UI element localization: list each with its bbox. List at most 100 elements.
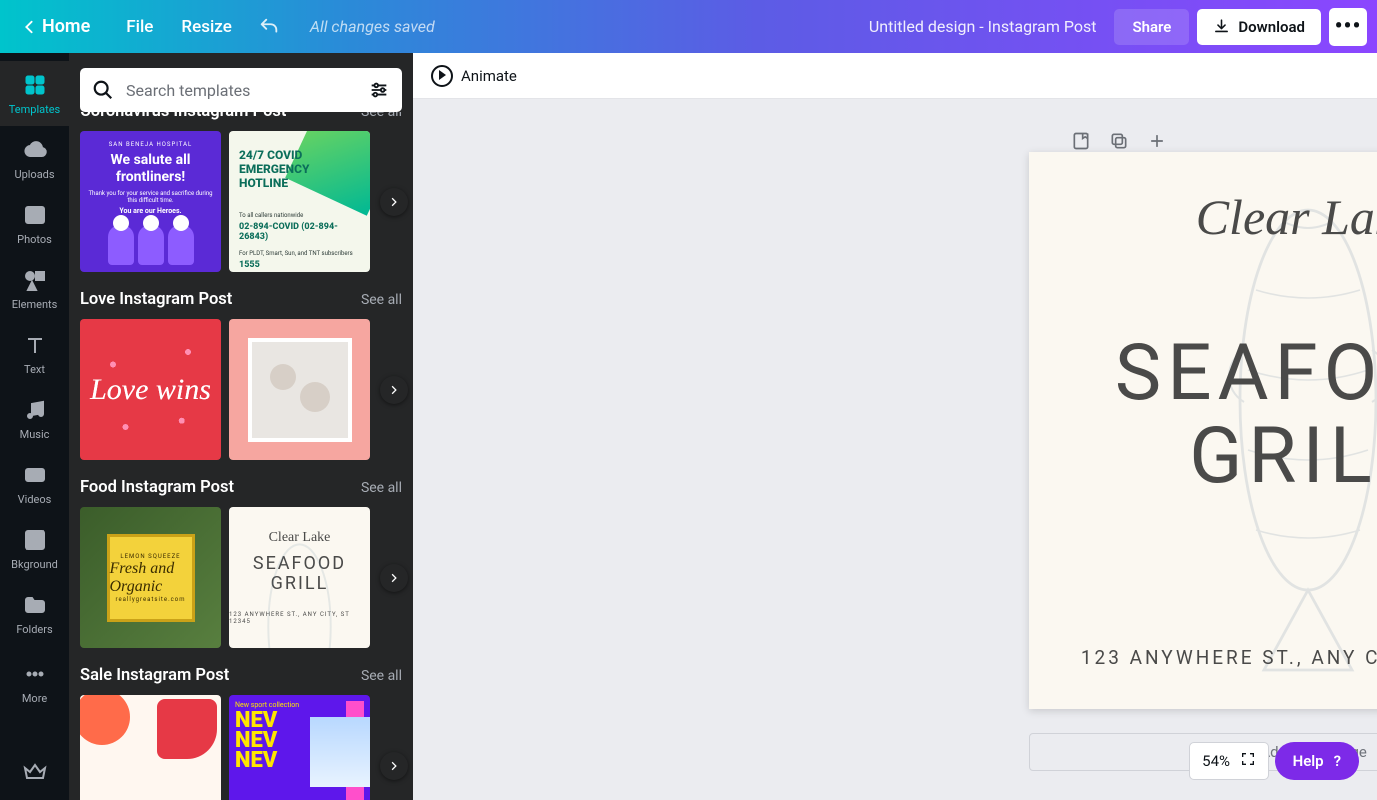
thumb-text: 24/7 COVID EMERGENCY HOTLINE: [239, 149, 360, 190]
thumb-illustration: [157, 699, 217, 759]
search-input[interactable]: [126, 81, 356, 100]
section-head-coronavirus: Coronavirus Instagram Post See all: [80, 112, 402, 121]
section-head-food: Food Instagram Post See all: [80, 478, 402, 497]
chevron-left-icon: [22, 20, 36, 34]
fullscreen-button[interactable]: [1240, 751, 1256, 772]
thumb-row-sale: Summer Harvest SaleOrganic veggie New sp…: [80, 695, 402, 800]
more-menu-button[interactable]: •••: [1329, 8, 1367, 46]
template-thumb[interactable]: SAN BENEJA HOSPITAL We salute allfrontli…: [80, 131, 221, 272]
animate-icon: [431, 65, 453, 87]
fish-icon: [241, 519, 358, 648]
canvas-toolbar: Animate: [413, 53, 1377, 99]
undo-button[interactable]: [258, 16, 280, 38]
design-headline[interactable]: SEAFOOD GRILL: [1029, 332, 1377, 498]
nav-label: Templates: [9, 103, 60, 116]
section-title: Sale Instagram Post: [80, 666, 229, 685]
nav-more[interactable]: More: [0, 650, 69, 715]
share-button[interactable]: Share: [1114, 9, 1189, 45]
save-status: All changes saved: [310, 17, 435, 36]
scroll-right-button[interactable]: [380, 564, 408, 592]
nav-elements[interactable]: Elements: [0, 256, 69, 321]
scroll-right-button[interactable]: [380, 752, 408, 780]
thumb-photo: [248, 338, 352, 442]
thumb-text: SAN BENEJA HOSPITAL: [109, 141, 193, 148]
resize-menu[interactable]: Resize: [181, 17, 231, 37]
template-search[interactable]: [80, 68, 402, 112]
thumb-text: Fresh and Organic: [110, 560, 192, 596]
nav-photos[interactable]: Photos: [0, 191, 69, 256]
thumb-text: reallygreatsite.com: [115, 596, 185, 603]
music-icon: [23, 398, 47, 422]
ellipsis-icon: •••: [1335, 14, 1362, 39]
home-label: Home: [42, 16, 90, 37]
expand-icon: [1240, 751, 1256, 767]
thumb-text: For PLDT, Smart, Sun, and TNT subscriber…: [239, 250, 360, 257]
template-thumb[interactable]: New sport collection NEVNEVNEV: [229, 695, 370, 800]
nav-background[interactable]: Bkground: [0, 516, 69, 581]
download-button[interactable]: Download: [1197, 9, 1321, 45]
see-all-link[interactable]: See all: [361, 292, 402, 308]
nav-premium[interactable]: [23, 760, 47, 788]
see-all-link[interactable]: See all: [361, 668, 402, 684]
animate-button[interactable]: Animate: [431, 65, 517, 87]
nav-label: Folders: [16, 623, 52, 636]
nav-label: Bkground: [11, 558, 58, 571]
thumb-text: You are our Heroes.: [119, 207, 181, 215]
nav-music[interactable]: Music: [0, 386, 69, 451]
thumb-photo: [310, 717, 370, 787]
photos-icon: [23, 203, 47, 227]
thumb-row-food: LEMON SQUEEZE Fresh and Organic reallygr…: [80, 507, 402, 648]
filter-icon[interactable]: [368, 79, 390, 101]
videos-icon: [23, 463, 47, 487]
text-icon: [23, 333, 47, 357]
scroll-right-button[interactable]: [380, 376, 408, 404]
canvas-area: Animate: [413, 53, 1377, 800]
template-scroll[interactable]: Coronavirus Instagram Post See all SAN B…: [69, 112, 413, 800]
section-title: Food Instagram Post: [80, 478, 234, 497]
uploads-icon: [23, 138, 47, 162]
zoom-control[interactable]: 54%: [1189, 742, 1269, 780]
file-menu[interactable]: File: [126, 17, 153, 37]
plus-icon: [1147, 131, 1167, 151]
templates-panel: Coronavirus Instagram Post See all SAN B…: [69, 53, 413, 800]
copy-icon: [1109, 131, 1129, 151]
nav-folders[interactable]: Folders: [0, 581, 69, 646]
thumb-row-love: Love wins: [80, 319, 402, 460]
see-all-link[interactable]: See all: [361, 480, 402, 496]
template-thumb[interactable]: Love wins: [80, 319, 221, 460]
nav-text[interactable]: Text: [0, 321, 69, 386]
template-thumb[interactable]: LEMON SQUEEZE Fresh and Organic reallygr…: [80, 507, 221, 648]
headline-line: GRILL: [1189, 411, 1377, 502]
crown-icon: [23, 760, 47, 784]
thumb-text: Thank you for your service and sacrifice…: [88, 190, 213, 204]
template-thumb[interactable]: Summer Harvest SaleOrganic veggie: [80, 695, 221, 800]
nav-videos[interactable]: Videos: [0, 451, 69, 516]
headline-line: SEAFOOD: [1115, 328, 1377, 419]
nav-uploads[interactable]: Uploads: [0, 126, 69, 191]
design-script-text[interactable]: Clear Lake: [1029, 188, 1377, 246]
help-button[interactable]: Help ?: [1275, 742, 1359, 780]
template-thumb[interactable]: 24/7 COVID EMERGENCY HOTLINE To all call…: [229, 131, 370, 272]
design-address[interactable]: 123 ANYWHERE ST., ANY CITY, ST 12345: [1029, 646, 1377, 669]
section-head-sale: Sale Instagram Post See all: [80, 666, 402, 685]
template-thumb[interactable]: Clear Lake SEAFOODGRILL 123 ANYWHERE ST.…: [229, 507, 370, 648]
canvas-stage[interactable]: Clear Lake SEAFOOD GRILL 123 ANYWHERE ST…: [413, 99, 1377, 800]
thumb-row-coronavirus: SAN BENEJA HOSPITAL We salute allfrontli…: [80, 131, 402, 272]
folders-icon: [23, 593, 47, 617]
zoom-value: 54%: [1202, 752, 1230, 770]
nav-templates[interactable]: Templates: [0, 61, 69, 126]
thumb-text: LEMON SQUEEZE: [120, 553, 180, 560]
design-page[interactable]: Clear Lake SEAFOOD GRILL 123 ANYWHERE ST…: [1029, 152, 1377, 709]
thumb-text: 02-894-COVID (02-894-26843): [239, 222, 360, 242]
thumb-text: 1555: [239, 260, 360, 270]
side-nav: Templates Uploads Photos Elements Text M…: [0, 53, 69, 800]
template-thumb[interactable]: [229, 319, 370, 460]
top-bar: Home File Resize All changes saved Untit…: [0, 0, 1377, 53]
see-all-link[interactable]: See all: [361, 112, 402, 120]
scroll-right-button[interactable]: [380, 188, 408, 216]
more-icon: [23, 662, 47, 686]
thumb-text: frontliners!: [116, 169, 185, 185]
home-button[interactable]: Home: [10, 10, 102, 43]
help-label: Help: [1293, 752, 1324, 770]
document-title[interactable]: Untitled design - Instagram Post: [435, 17, 1115, 36]
